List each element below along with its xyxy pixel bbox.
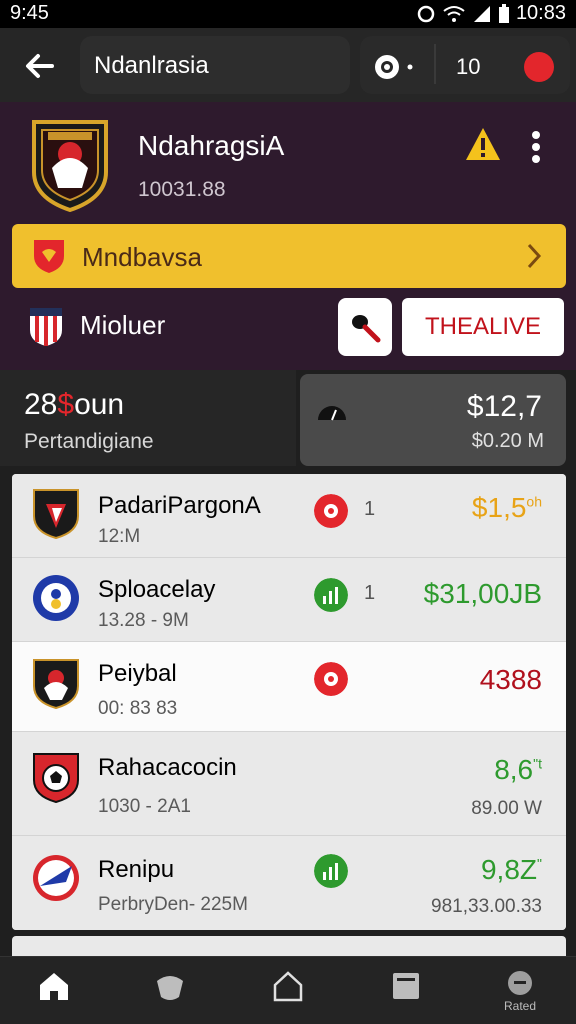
team-logo-icon	[33, 753, 79, 804]
search-key-button[interactable]	[338, 298, 392, 356]
app-root: 9:45 10:83 Ndanlrasia 10 NdahragsiA 1003…	[0, 0, 576, 1024]
row-sub: 00: 83 83	[98, 698, 178, 719]
gauge-icon	[318, 406, 346, 421]
record-icon	[314, 662, 348, 696]
highlight-label: Mndbavsa	[82, 242, 202, 272]
badge-icon	[157, 976, 183, 1000]
nav-home[interactable]	[24, 969, 84, 1017]
signal-icon	[473, 5, 490, 22]
nav-house[interactable]	[258, 969, 318, 1017]
row-name: Renipu	[98, 856, 175, 883]
row-value-main: 9,8Z	[480, 854, 538, 885]
list-item[interactable]: Sploacelay 13.28 - 9M 1 $31,00JB	[12, 558, 566, 642]
club-crest-icon	[32, 120, 108, 212]
bookmark-icon	[393, 973, 419, 999]
list-next-item-peek	[12, 936, 566, 956]
app-title-pill[interactable]: Ndanlrasia	[80, 36, 350, 94]
target-button[interactable]	[372, 50, 420, 84]
row-value-secondary: 89.00 W	[471, 798, 542, 819]
flag-icon	[30, 308, 62, 346]
home-icon	[40, 973, 68, 1000]
nav-rated-label: Rated	[503, 999, 537, 1013]
shield-heart-icon	[34, 240, 64, 273]
status-bar: 9:45 10:83	[0, 0, 576, 28]
row-name: Peiybal	[98, 660, 177, 687]
club-name: NdahragsiA	[138, 130, 285, 161]
stat-left-card: 28$oun Pertandigiane	[0, 370, 296, 466]
stat-right-sub: $0.20 M	[471, 430, 544, 452]
row-value-main: 8,6	[494, 754, 534, 785]
club-subtitle: 10031.88	[138, 178, 226, 201]
status-time: 9:45	[10, 2, 49, 24]
rated-icon	[508, 971, 532, 995]
trending-up-icon	[314, 578, 348, 612]
trending-up-icon	[314, 854, 348, 888]
row-count: 1	[364, 498, 376, 520]
wifi-icon	[443, 5, 465, 22]
row-value-sup: "t	[533, 755, 542, 772]
list-item[interactable]: Renipu PerbryDen- 225M 9,8Z" 981,33.00.3…	[12, 836, 566, 930]
list-item[interactable]: PadariPargonA 12:M 1 $1,5oh	[12, 474, 566, 558]
warning-icon[interactable]	[464, 126, 502, 162]
nav-explore[interactable]	[140, 969, 200, 1017]
chevron-right-icon	[527, 243, 542, 269]
stat-right-card[interactable]: $12,7 $0.20 M	[300, 374, 566, 466]
row-value-main: $1,5	[471, 492, 527, 523]
arrow-left-icon	[26, 54, 54, 78]
row-name: Sploacelay	[98, 576, 216, 603]
row-value: 4388	[479, 664, 542, 695]
row-sub: PerbryDen- 225M	[98, 894, 248, 915]
house-outline-icon	[273, 971, 303, 1002]
live-button[interactable]: THEALIVE	[402, 298, 564, 356]
row-sub: 13.28 - 9M	[98, 610, 189, 631]
secondary-name: Mioluer	[80, 310, 166, 340]
row-sub: 1030 - 2A1	[98, 796, 191, 817]
row-value: 8,6"t	[494, 754, 542, 786]
stat-right-value: $12,7	[466, 390, 542, 423]
list-item[interactable]: Peiybal 00: 83 83 4388	[12, 642, 566, 732]
status-clock-right: 10:83	[515, 2, 566, 24]
magnifier-icon	[352, 315, 381, 343]
stat-left-unit: oun	[74, 388, 125, 421]
row-value: $31,00JB	[423, 578, 542, 609]
app-bar-count: 10	[456, 54, 481, 79]
row-value-sup: "	[537, 855, 542, 872]
bottom-navigation: Rated	[0, 956, 576, 1024]
more-vert-icon[interactable]	[526, 130, 546, 164]
target-icon	[375, 55, 413, 79]
nav-rated[interactable]: Rated	[490, 969, 550, 1017]
club-header: NdahragsiA 10031.88 Mndbavsa Mioluer THE…	[0, 102, 576, 370]
battery-icon	[498, 3, 509, 23]
nav-saved[interactable]	[376, 969, 436, 1017]
stat-left-value: 28$oun	[24, 388, 124, 422]
row-value: 9,8Z"	[481, 854, 542, 886]
team-logo-icon	[33, 659, 79, 710]
row-name: PadariPargonA	[98, 492, 261, 519]
row-count: 1	[364, 582, 376, 604]
row-value-sup: oh	[526, 493, 542, 510]
stat-left-number: 28	[24, 388, 58, 421]
row-value: $1,5oh	[472, 492, 542, 524]
team-logo-icon	[33, 489, 79, 540]
row-name: Rahacacocin	[98, 754, 237, 781]
app-bar-divider	[434, 44, 436, 84]
stat-left-symbol: $	[57, 388, 75, 421]
list-item[interactable]: Rahacacocin 1030 - 2A1 8,6"t 89.00 W	[12, 732, 566, 836]
app-title: Ndanlrasia	[94, 52, 209, 79]
status-icons: 10:83	[416, 2, 566, 25]
app-bar: Ndanlrasia 10	[0, 28, 576, 102]
highlight-banner[interactable]: Mndbavsa	[12, 224, 566, 288]
alarm-icon	[417, 5, 435, 22]
team-logo-icon	[33, 855, 79, 901]
stat-left-label: Pertandigiane	[24, 430, 154, 453]
row-value-secondary: 981,33.00.33	[431, 896, 542, 917]
club-list: PadariPargonA 12:M 1 $1,5oh Sploacelay 1…	[12, 474, 566, 930]
back-button[interactable]	[16, 44, 64, 88]
team-logo-icon	[33, 575, 79, 621]
row-sub: 12:M	[98, 526, 141, 547]
notification-dot-button[interactable]	[524, 52, 554, 82]
record-icon	[314, 494, 348, 528]
